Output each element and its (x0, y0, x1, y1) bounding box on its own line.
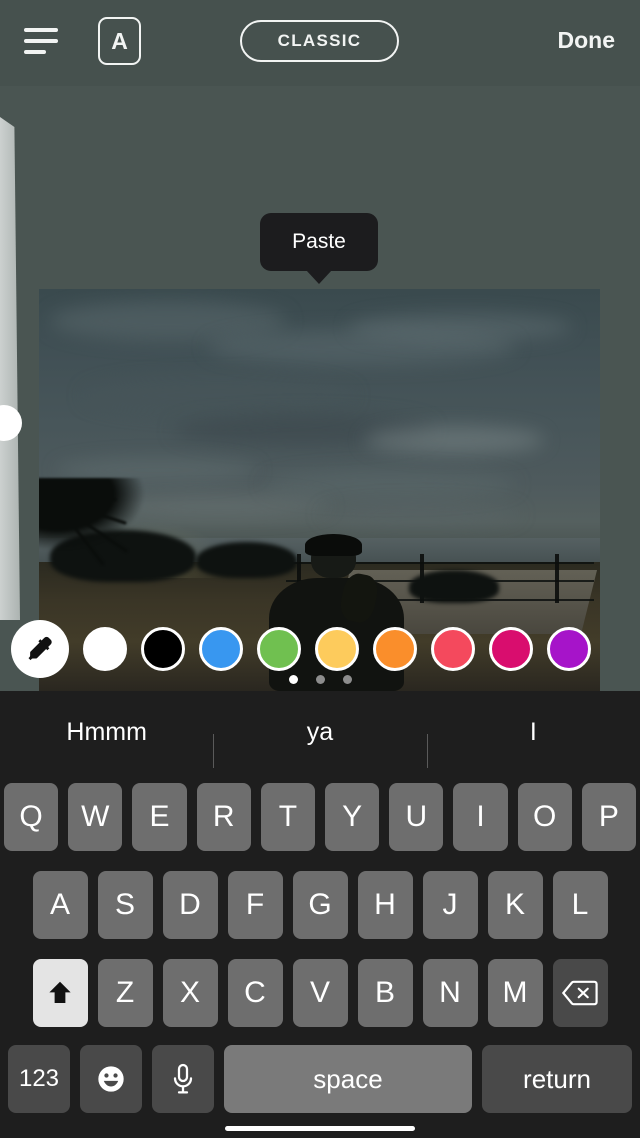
cloud (364, 425, 544, 454)
key-m[interactable]: M (487, 959, 543, 1027)
align-line-1 (24, 28, 58, 32)
shift-key[interactable] (32, 959, 88, 1027)
key-e[interactable]: E (132, 783, 187, 851)
text-size-slider-track[interactable] (0, 117, 20, 620)
return-key[interactable]: return (482, 1045, 632, 1113)
key-x[interactable]: X (162, 959, 218, 1027)
palm-frond (53, 495, 118, 501)
font-style-pill[interactable]: CLASSIC (240, 20, 399, 62)
page-dot-1[interactable] (288, 675, 298, 684)
key-w[interactable]: W (68, 783, 123, 851)
cloud (83, 377, 354, 414)
key-i[interactable]: I (453, 783, 508, 851)
eyedropper-button[interactable] (11, 620, 69, 678)
shift-arrow-icon (49, 981, 71, 1003)
backspace-key[interactable] (552, 959, 608, 1027)
paste-tooltip-button[interactable]: Paste (260, 213, 378, 271)
color-swatch-green[interactable] (257, 627, 301, 671)
page-dot-2[interactable] (315, 675, 325, 684)
paste-label: Paste (292, 230, 346, 253)
key-d[interactable]: D (162, 871, 218, 939)
key-r[interactable]: R (196, 783, 251, 851)
color-swatch-red[interactable] (431, 627, 475, 671)
text-align-icon[interactable] (24, 25, 60, 57)
keyboard-row-4: 123 space return (0, 1037, 640, 1121)
color-swatch-blue[interactable] (199, 627, 243, 671)
keyboard-row-1: Q W E R T Y U I O P (0, 773, 640, 861)
suggestion-1[interactable]: Hmmm (0, 718, 213, 747)
key-y[interactable]: Y (325, 783, 380, 851)
key-h[interactable]: H (357, 871, 413, 939)
emoji-smiley-icon (98, 1066, 124, 1092)
done-label: Done (557, 27, 616, 53)
key-o[interactable]: O (517, 783, 572, 851)
photo-bush (409, 570, 499, 603)
key-q[interactable]: Q (3, 783, 59, 851)
key-l[interactable]: L (552, 871, 608, 939)
editor-top-bar: A CLASSIC Done (0, 0, 640, 86)
key-v[interactable]: V (292, 959, 348, 1027)
key-b[interactable]: B (357, 959, 413, 1027)
space-key[interactable]: space (224, 1045, 472, 1113)
key-g[interactable]: G (292, 871, 348, 939)
photo-bush (196, 542, 298, 579)
eyedropper-icon (28, 636, 52, 661)
font-style-label: CLASSIC (277, 31, 362, 50)
cloud (347, 313, 572, 342)
text-style-button[interactable]: A (98, 17, 141, 65)
text-size-slider-thumb[interactable] (0, 405, 22, 441)
on-screen-keyboard: Hmmm ya I Q W E R T Y U I O P A S D F G … (0, 691, 640, 1138)
predictive-text-bar: Hmmm ya I (0, 691, 640, 773)
dictation-key[interactable] (152, 1045, 214, 1113)
color-swatch-magenta[interactable] (489, 627, 533, 671)
align-line-3 (24, 50, 46, 54)
color-swatch-black[interactable] (141, 627, 185, 671)
suggestion-3[interactable]: I (426, 718, 640, 768)
key-s[interactable]: S (97, 871, 153, 939)
key-k[interactable]: K (487, 871, 543, 939)
photo-person-hair (305, 534, 362, 557)
key-a[interactable]: A (32, 871, 88, 939)
cloud (263, 469, 516, 499)
color-page-indicator (0, 675, 640, 684)
home-indicator (225, 1126, 415, 1131)
key-u[interactable]: U (389, 783, 444, 851)
key-f[interactable]: F (227, 871, 283, 939)
backspace-icon (562, 980, 598, 1006)
key-j[interactable]: J (422, 871, 478, 939)
key-p[interactable]: P (581, 783, 637, 851)
story-text-editor-screen: A CLASSIC Done Paste Hmmm ya I Q W E R T… (0, 0, 640, 1138)
key-n[interactable]: N (422, 959, 478, 1027)
color-picker-row[interactable] (0, 620, 640, 678)
key-c[interactable]: C (227, 959, 283, 1027)
fence-post (555, 554, 560, 603)
photo-palm-tree (39, 477, 157, 567)
suggestion-2[interactable]: ya (213, 718, 426, 768)
cloud (319, 502, 522, 527)
done-button[interactable]: Done (558, 27, 616, 54)
color-swatch-white[interactable] (83, 627, 127, 671)
numbers-key[interactable]: 123 (8, 1045, 70, 1113)
keyboard-row-3: Z X C V B N M (0, 949, 640, 1037)
keyboard-row-2: A S D F G H J K L (0, 861, 640, 949)
microphone-icon (173, 1063, 193, 1094)
color-swatch-orange[interactable] (373, 627, 417, 671)
align-line-2 (24, 39, 58, 43)
page-dot-3[interactable] (342, 675, 352, 684)
emoji-key[interactable] (80, 1045, 142, 1113)
color-swatch-yellow[interactable] (315, 627, 359, 671)
key-z[interactable]: Z (97, 959, 153, 1027)
key-t[interactable]: T (260, 783, 315, 851)
color-swatch-purple[interactable] (547, 627, 591, 671)
text-style-label: A (111, 27, 128, 54)
